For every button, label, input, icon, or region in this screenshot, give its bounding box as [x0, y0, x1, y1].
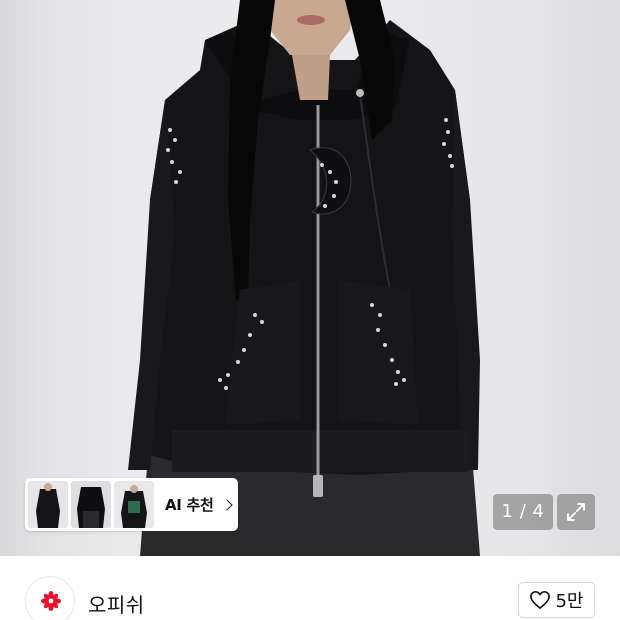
thumbnail-image: [114, 481, 154, 528]
thumbnail-1[interactable]: [28, 481, 68, 528]
hoodie-photo-illustration: [128, 0, 480, 556]
product-image[interactable]: [0, 0, 620, 556]
thumbnail-2[interactable]: [71, 481, 111, 528]
heart-outline-icon: [530, 591, 551, 609]
shop-logo[interactable]: [25, 576, 75, 620]
shop-name[interactable]: 오피쉬: [88, 589, 145, 618]
thumbnail-image: [71, 481, 111, 528]
seller-row: 오피쉬 5만: [0, 556, 620, 620]
ai-recommendation-strip[interactable]: AI 추천: [25, 478, 238, 531]
red-flower-logo-icon: [41, 591, 61, 611]
like-button[interactable]: 5만: [518, 582, 595, 618]
expand-button[interactable]: [557, 494, 595, 530]
like-count: 5만: [555, 591, 584, 612]
chevron-right-icon: [220, 498, 233, 511]
thumbnail-image: [28, 481, 68, 528]
image-page-counter: 1 / 4: [493, 494, 553, 530]
expand-arrows-icon: [567, 503, 585, 521]
ai-recommend-label: AI 추천: [165, 496, 214, 514]
thumbnail-3[interactable]: [114, 481, 154, 528]
